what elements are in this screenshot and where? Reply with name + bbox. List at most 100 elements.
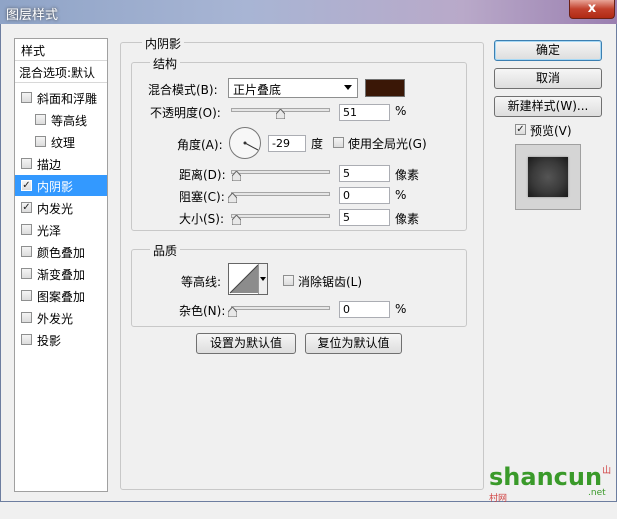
size-unit: 像素 xyxy=(395,212,420,226)
watermark-text: shancun xyxy=(489,463,603,491)
style-item-satin[interactable]: 光泽 xyxy=(15,219,107,240)
style-item-label: 斜面和浮雕 xyxy=(37,92,98,106)
contour-checkbox[interactable] xyxy=(35,114,46,125)
style-item-contour[interactable]: 等高线 xyxy=(15,109,107,130)
distance-slider-track[interactable] xyxy=(231,170,330,174)
style-item-gradient-overlay[interactable]: 渐变叠加 xyxy=(15,263,107,284)
style-list: 样式 混合选项:默认 斜面和浮雕 等高线 纹理 描边 ✓ 内阴影 ✓ 内发光 光… xyxy=(14,38,108,492)
bevel-emboss-checkbox[interactable] xyxy=(21,92,32,103)
choke-slider-track[interactable] xyxy=(231,192,330,196)
global-light-label: 使用全局光(G) xyxy=(348,137,427,151)
contour-label: 等高线: xyxy=(181,275,222,289)
style-item-label: 图案叠加 xyxy=(37,290,86,304)
style-item-drop-shadow[interactable]: 投影 xyxy=(15,329,107,350)
set-default-button[interactable]: 设置为默认值 xyxy=(196,333,296,354)
blend-mode-label: 混合模式(B): xyxy=(148,83,218,97)
angle-label: 角度(A): xyxy=(177,138,223,152)
distance-unit: 像素 xyxy=(395,168,420,182)
style-item-stroke[interactable]: 描边 xyxy=(15,153,107,174)
blend-options-label: 混合选项:默认 xyxy=(19,66,96,80)
style-item-color-overlay[interactable]: 颜色叠加 xyxy=(15,241,107,262)
size-label: 大小(S): xyxy=(179,212,225,226)
style-item-label: 渐变叠加 xyxy=(37,268,86,282)
style-item-label: 颜色叠加 xyxy=(37,246,86,260)
style-item-outer-glow[interactable]: 外发光 xyxy=(15,307,107,328)
choke-slider-thumb[interactable] xyxy=(228,193,237,203)
preview-label: 预览(V) xyxy=(530,124,572,138)
contour-dropdown[interactable] xyxy=(258,264,267,294)
style-item-label: 描边 xyxy=(37,158,62,172)
blend-mode-select[interactable]: 正片叠底 xyxy=(228,78,358,98)
style-list-header-label: 样式 xyxy=(21,44,46,58)
title-bar: 图层样式 xyxy=(0,0,617,24)
style-item-bevel-emboss[interactable]: 斜面和浮雕 xyxy=(15,87,107,108)
size-slider-thumb[interactable] xyxy=(232,215,241,225)
watermark-domain: .net xyxy=(588,488,606,498)
noise-slider-track[interactable] xyxy=(231,306,330,310)
style-item-label: 等高线 xyxy=(51,114,88,128)
noise-input[interactable]: 0 xyxy=(339,301,390,318)
reset-default-button[interactable]: 复位为默认值 xyxy=(305,333,402,354)
style-item-texture[interactable]: 纹理 xyxy=(15,131,107,152)
chevron-down-icon xyxy=(260,277,266,281)
choke-unit: % xyxy=(395,188,407,202)
texture-checkbox[interactable] xyxy=(35,136,46,147)
shadow-color-swatch[interactable] xyxy=(365,79,405,97)
angle-input[interactable]: -29 xyxy=(268,135,306,152)
structure-title: 结构 xyxy=(150,55,181,72)
opacity-input[interactable]: 51 xyxy=(339,104,390,121)
opacity-label: 不透明度(O): xyxy=(150,106,221,120)
cancel-button[interactable]: 取消 xyxy=(494,68,602,89)
choke-input[interactable]: 0 xyxy=(339,187,390,204)
chevron-down-icon xyxy=(344,85,352,90)
style-item-pattern-overlay[interactable]: 图案叠加 xyxy=(15,285,107,306)
distance-input[interactable]: 5 xyxy=(339,165,390,182)
drop-shadow-checkbox[interactable] xyxy=(21,334,32,345)
size-input[interactable]: 5 xyxy=(339,209,390,226)
color-overlay-checkbox[interactable] xyxy=(21,246,32,257)
opacity-unit: % xyxy=(395,104,407,118)
window-title: 图层样式 xyxy=(6,8,59,23)
angle-unit: 度 xyxy=(311,137,324,151)
style-list-blend-options[interactable]: 混合选项:默认 xyxy=(15,61,107,83)
antialias-label: 消除锯齿(L) xyxy=(298,275,363,289)
style-item-label: 内阴影 xyxy=(37,180,74,194)
satin-checkbox[interactable] xyxy=(21,224,32,235)
gradient-overlay-checkbox[interactable] xyxy=(21,268,32,279)
close-button[interactable]: x xyxy=(569,0,615,19)
inner-glow-checkbox[interactable]: ✓ xyxy=(21,202,32,213)
ok-button[interactable]: 确定 xyxy=(494,40,602,61)
blend-mode-value: 正片叠底 xyxy=(233,83,282,97)
style-item-label: 投影 xyxy=(37,334,62,348)
style-preview xyxy=(515,144,581,210)
choke-label: 阻塞(C): xyxy=(179,190,225,204)
inner-shadow-checkbox[interactable]: ✓ xyxy=(21,180,32,191)
new-style-button[interactable]: 新建样式(W)... xyxy=(494,96,602,117)
angle-dial[interactable] xyxy=(228,126,262,160)
size-slider-track[interactable] xyxy=(231,214,330,218)
style-item-label: 光泽 xyxy=(37,224,62,238)
preview-swatch xyxy=(528,157,568,197)
stroke-checkbox[interactable] xyxy=(21,158,32,169)
style-list-header[interactable]: 样式 xyxy=(15,39,107,61)
contour-picker[interactable] xyxy=(228,263,268,295)
quality-title: 品质 xyxy=(150,242,181,259)
antialias-checkbox[interactable] xyxy=(283,275,294,286)
contour-preview-icon xyxy=(229,264,259,294)
style-item-inner-glow[interactable]: ✓ 内发光 xyxy=(15,197,107,218)
outer-glow-checkbox[interactable] xyxy=(21,312,32,323)
noise-unit: % xyxy=(395,302,407,316)
opacity-slider-thumb[interactable] xyxy=(276,109,285,119)
style-item-label: 外发光 xyxy=(37,312,74,326)
style-item-label: 内发光 xyxy=(37,202,74,216)
distance-label: 距离(D): xyxy=(179,168,226,182)
preview-checkbox[interactable]: ✓ xyxy=(515,124,526,135)
inner-shadow-title: 内阴影 xyxy=(142,35,185,52)
noise-slider-thumb[interactable] xyxy=(228,307,237,317)
global-light-checkbox[interactable] xyxy=(333,137,344,148)
style-item-label: 纹理 xyxy=(51,136,76,150)
style-item-inner-shadow[interactable]: ✓ 内阴影 xyxy=(15,175,107,196)
distance-slider-thumb[interactable] xyxy=(232,171,241,181)
noise-label: 杂色(N): xyxy=(179,304,226,318)
pattern-overlay-checkbox[interactable] xyxy=(21,290,32,301)
